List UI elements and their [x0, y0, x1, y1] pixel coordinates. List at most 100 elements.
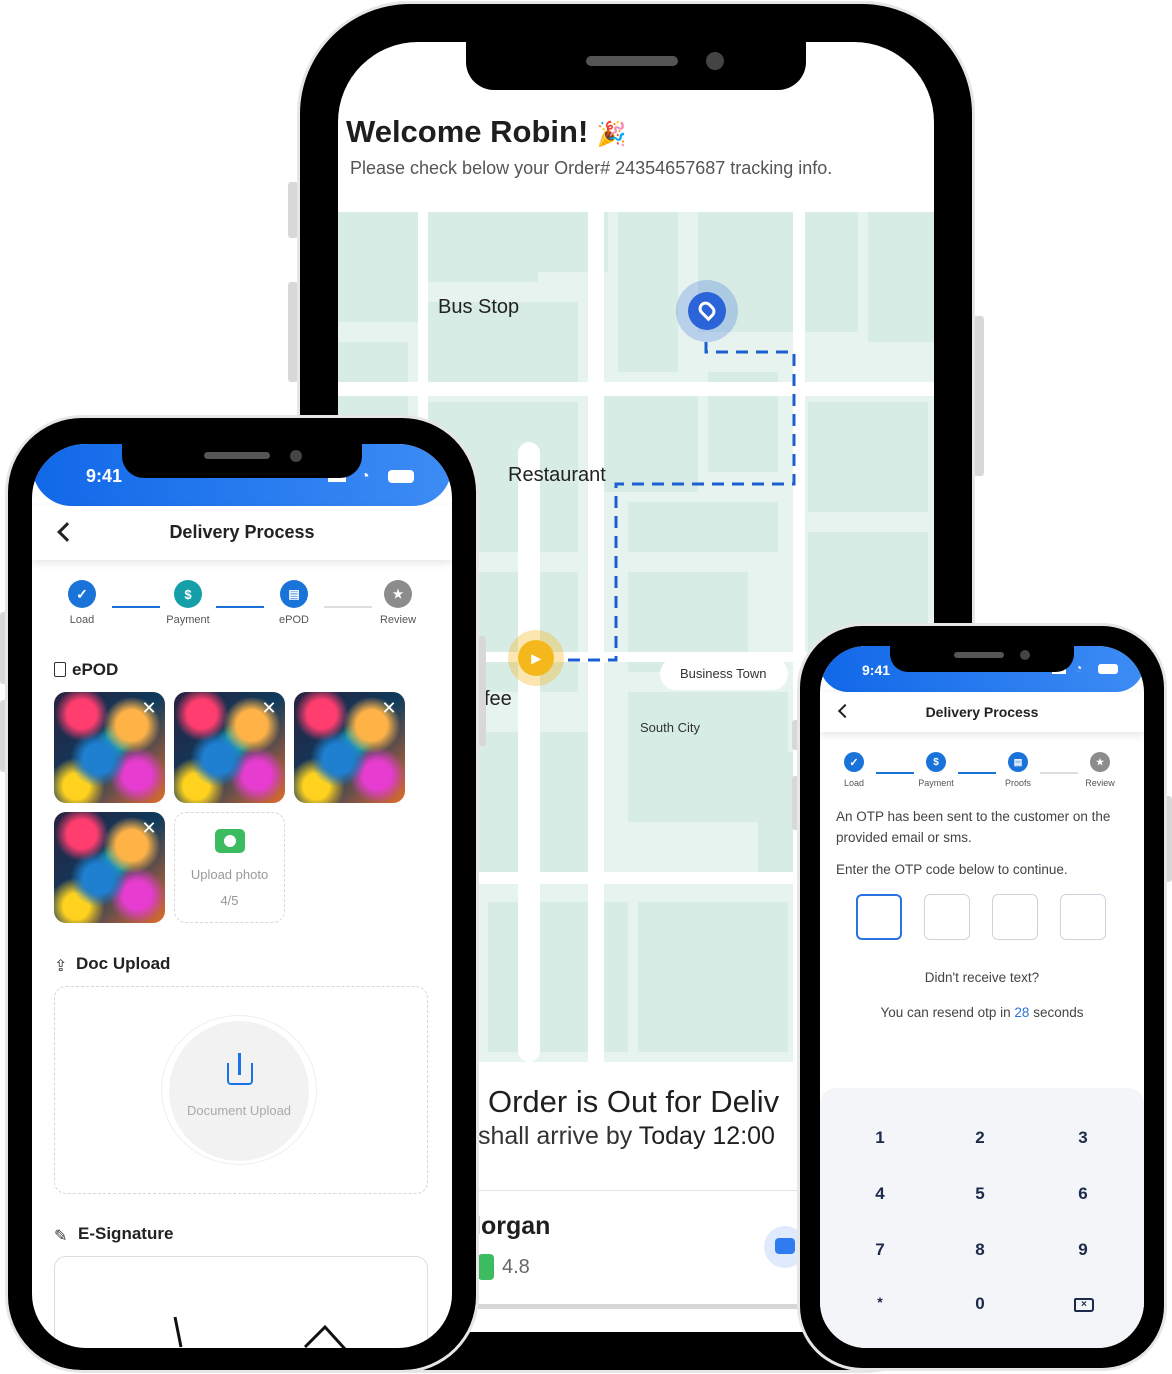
backspace-icon[interactable]: ×: [1074, 1298, 1094, 1312]
map-label-coffee: fee: [484, 688, 512, 710]
status-time: 9:41: [862, 662, 891, 678]
otp-message: An OTP has been sent to the customer on …: [836, 809, 1111, 845]
step-payment-icon: $: [174, 580, 202, 608]
camera-icon: [215, 829, 245, 853]
key-5[interactable]: 5: [950, 1184, 1010, 1204]
signature-stroke: [173, 1316, 347, 1348]
left-volume-button-2: [0, 700, 8, 772]
epod-notch: [122, 444, 362, 478]
key-8[interactable]: 8: [950, 1240, 1010, 1260]
step-payment-label: Payment: [918, 778, 954, 788]
key-3[interactable]: 3: [1053, 1128, 1113, 1148]
right-power-button: [1164, 796, 1172, 882]
otp-screen: 9:41 ◔ Delivery Process ✓ $ ▤ ★ Load Pay…: [820, 646, 1144, 1348]
welcome-title: Welcome Robin!: [346, 114, 589, 149]
epod-photo-1[interactable]: ✕: [54, 692, 165, 803]
step-load-icon: ✓: [844, 752, 864, 772]
remove-photo-icon[interactable]: ✕: [381, 699, 397, 717]
upload-photo-label: Upload photo: [190, 867, 269, 882]
step-epod-icon: ▤: [280, 580, 308, 608]
step-review-icon: ★: [1090, 752, 1110, 772]
left-power-button: [478, 636, 486, 746]
map-label-bus-stop: Bus Stop: [438, 296, 520, 318]
battery-icon: [1098, 664, 1118, 674]
doc-upload-label: Document Upload: [186, 1103, 292, 1118]
nav-title: Delivery Process: [169, 522, 315, 542]
signature-icon: ✎: [54, 1228, 68, 1245]
step-review-label: Review: [1085, 778, 1115, 788]
driver-name: lorgan: [474, 1212, 551, 1240]
arrival-line: shall arrive by Today 12:00: [478, 1122, 775, 1151]
mute-switch: [288, 182, 298, 238]
step-review-label: Review: [379, 614, 417, 626]
epod-photo-3[interactable]: ✕: [294, 692, 405, 803]
nav-bar: Delivery Process: [820, 692, 1144, 732]
remove-photo-icon[interactable]: ✕: [261, 699, 277, 717]
order-subtitle: Please check below your Order# 243546576…: [350, 158, 833, 178]
doc-upload-area[interactable]: Document Upload: [54, 986, 428, 1194]
document-icon: [54, 662, 66, 677]
remove-photo-icon[interactable]: ✕: [141, 699, 157, 717]
step-proofs-label: Proofs: [1004, 778, 1031, 788]
key-0[interactable]: 0: [950, 1294, 1010, 1314]
driver-badge-icon: [478, 1254, 494, 1280]
tracking-notch: [466, 42, 806, 90]
upload-photo-button[interactable]: Upload photo 4/5: [174, 812, 285, 923]
courier-pin[interactable]: ▸: [508, 630, 564, 686]
chat-icon: [775, 1238, 795, 1254]
not-received-text: Didn't receive text?: [924, 970, 1040, 985]
step-load-label: Load: [843, 778, 865, 788]
right-mute-switch: [792, 720, 800, 750]
nav-bar: Delivery Process: [32, 506, 452, 560]
welcome-heading: Welcome Robin! 🎉: [346, 114, 627, 150]
battery-icon: [388, 470, 414, 483]
key-4[interactable]: 4: [850, 1184, 910, 1204]
otp-notch: [890, 646, 1074, 672]
epod-phone: 9:41 ◔ Delivery Process ✓ $ ▤ ★ Load Pay…: [8, 418, 476, 1370]
left-volume-button: [0, 612, 8, 684]
order-status: Order is Out for Deliv: [488, 1084, 780, 1119]
doc-upload-title: Doc Upload: [76, 954, 171, 973]
otp-digit-3[interactable]: [992, 894, 1038, 940]
esignature-title: E-Signature: [78, 1224, 174, 1243]
wifi-icon: ◔: [1075, 661, 1083, 675]
numeric-keypad: 1 2 3 4 5 6 7 8 9 * 0 ×: [820, 1088, 1144, 1348]
remove-photo-icon[interactable]: ✕: [141, 819, 157, 837]
status-time: 9:41: [86, 466, 123, 486]
location-pin-icon: [695, 298, 719, 322]
party-icon: 🎉: [596, 121, 627, 148]
map-label-south-city: South City: [640, 720, 700, 735]
key-1[interactable]: 1: [850, 1128, 910, 1148]
key-6[interactable]: 6: [1053, 1184, 1113, 1204]
right-volume-button: [792, 776, 800, 830]
otp-digit-2[interactable]: [924, 894, 970, 940]
key-7[interactable]: 7: [850, 1240, 910, 1260]
step-payment-label: Payment: [166, 614, 210, 626]
epod-photo-4[interactable]: ✕: [54, 812, 165, 923]
resend-suffix: seconds: [1033, 1005, 1084, 1020]
key-9[interactable]: 9: [1053, 1240, 1113, 1260]
upload-icon: ⇪: [54, 958, 68, 975]
resend-seconds: 28: [1014, 1005, 1030, 1020]
signature-pad[interactable]: [54, 1256, 428, 1348]
destination-pin[interactable]: [676, 280, 738, 342]
step-review-icon: ★: [384, 580, 412, 608]
upload-photo-count: 4/5: [220, 893, 239, 908]
delivery-route: [568, 342, 796, 662]
key-star[interactable]: *: [850, 1294, 910, 1310]
power-button: [974, 316, 984, 476]
otp-instruction: Enter the OTP code below to continue.: [836, 862, 1068, 877]
key-2[interactable]: 2: [950, 1128, 1010, 1148]
volume-up-button: [288, 282, 298, 382]
step-epod-label: ePOD: [279, 614, 309, 626]
otp-digit-4[interactable]: [1060, 894, 1106, 940]
arrival-time: Today 12:00: [638, 1122, 775, 1150]
epod-photo-2[interactable]: ✕: [174, 692, 285, 803]
otp-digit-1[interactable]: [856, 894, 902, 940]
step-load-icon: ✓: [68, 580, 96, 608]
resend-timer: You can resend otp in 28 seconds: [820, 1005, 1144, 1020]
epod-title: ePOD: [72, 660, 119, 679]
step-proofs-icon: ▤: [1008, 752, 1028, 772]
wifi-icon: ◔: [360, 468, 370, 485]
otp-phone: 9:41 ◔ Delivery Process ✓ $ ▤ ★ Load Pay…: [800, 626, 1164, 1368]
